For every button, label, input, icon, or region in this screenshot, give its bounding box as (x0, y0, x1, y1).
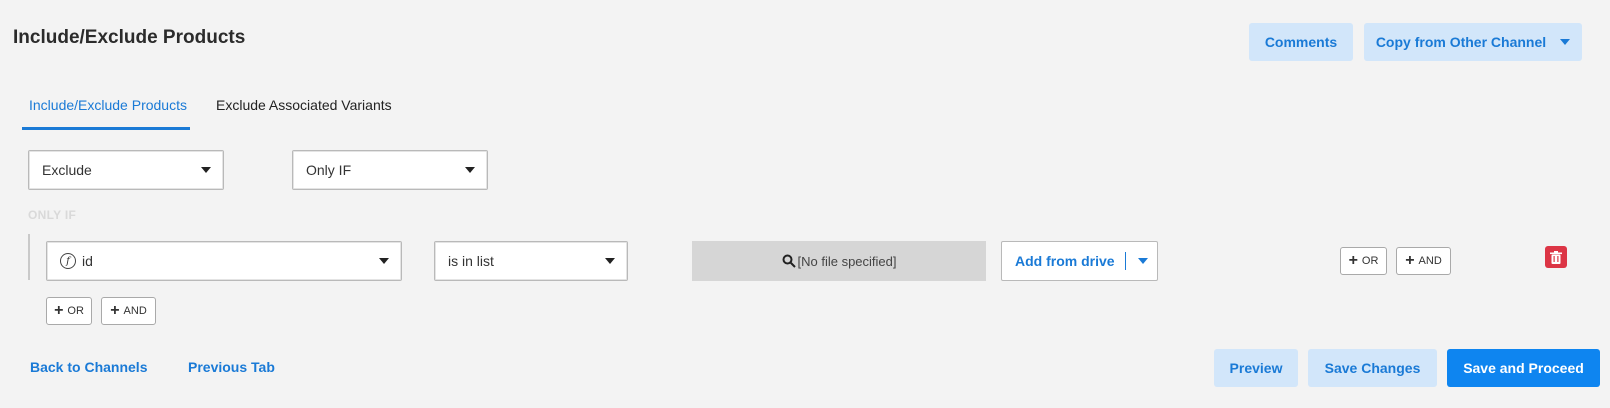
chevron-down-icon[interactable] (1137, 258, 1148, 264)
plus-icon: + (1405, 252, 1415, 269)
group-or-button[interactable]: + OR (46, 297, 92, 325)
field-value: id (82, 253, 93, 269)
operator-value: is in list (448, 253, 494, 269)
chevron-down-icon (1560, 39, 1571, 45)
copy-from-other-channel-button[interactable]: Copy from Other Channel (1364, 23, 1582, 61)
operator-select[interactable]: is in list (434, 241, 628, 281)
plus-icon: + (54, 302, 64, 319)
only-if-section-label: ONLY IF (28, 208, 77, 222)
trash-icon (1550, 250, 1562, 264)
group-and-button[interactable]: + AND (101, 297, 156, 325)
group-or-label: OR (67, 305, 84, 317)
group-and-label: AND (123, 305, 147, 317)
previous-tab-link[interactable]: Previous Tab (188, 359, 275, 375)
tab-exclude-associated-variants[interactable]: Exclude Associated Variants (216, 97, 392, 113)
rule-group-bar (28, 234, 30, 280)
include-exclude-select[interactable]: Exclude (28, 150, 224, 190)
plus-icon: + (1348, 252, 1358, 269)
chevron-down-icon (201, 167, 211, 173)
page-title: Include/Exclude Products (13, 27, 246, 48)
search-icon (782, 254, 796, 268)
plus-icon: + (110, 302, 120, 319)
field-select[interactable]: f id (46, 241, 402, 281)
preview-button[interactable]: Preview (1214, 349, 1298, 387)
function-icon: f (60, 253, 76, 269)
save-and-proceed-button[interactable]: Save and Proceed (1447, 349, 1600, 387)
chevron-down-icon (379, 258, 389, 264)
rule-and-button[interactable]: + AND (1396, 247, 1451, 275)
rule-or-label: OR (1361, 255, 1379, 267)
back-to-channels-link[interactable]: Back to Channels (30, 359, 147, 375)
include-exclude-value: Exclude (42, 162, 92, 178)
add-from-drive-label: Add from drive (1015, 253, 1115, 269)
button-divider (1124, 252, 1126, 270)
active-tab-indicator (22, 127, 190, 130)
file-placeholder: [No file specified] (797, 253, 897, 269)
rule-and-label: AND (1418, 255, 1442, 267)
copy-channel-label: Copy from Other Channel (1375, 34, 1547, 50)
comments-button[interactable]: Comments (1249, 23, 1353, 61)
delete-rule-button[interactable] (1545, 246, 1567, 268)
save-changes-button[interactable]: Save Changes (1308, 349, 1437, 387)
add-from-drive-button[interactable]: Add from drive (1001, 241, 1158, 281)
file-picker[interactable]: [No file specified] (692, 241, 986, 281)
condition-select[interactable]: Only IF (292, 150, 488, 190)
condition-value: Only IF (306, 162, 352, 178)
tab-include-exclude-products[interactable]: Include/Exclude Products (29, 97, 187, 113)
rule-or-button[interactable]: + OR (1340, 247, 1387, 275)
chevron-down-icon (605, 258, 615, 264)
chevron-down-icon (465, 167, 475, 173)
